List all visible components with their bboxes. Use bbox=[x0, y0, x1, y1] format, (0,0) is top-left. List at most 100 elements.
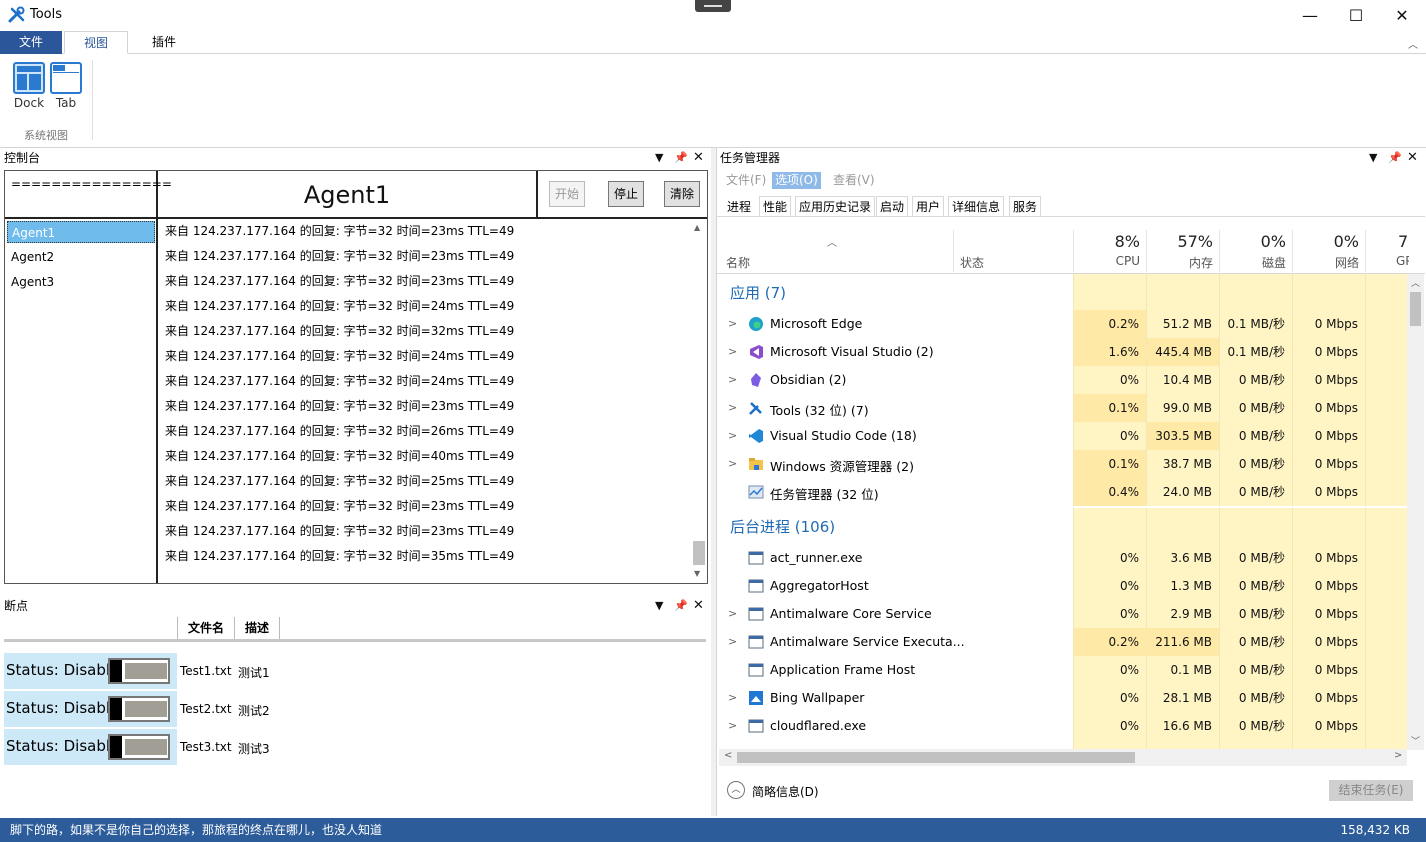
chevron-right-icon[interactable]: > bbox=[728, 429, 737, 442]
scroll-left-icon[interactable]: < bbox=[724, 750, 732, 761]
panel-dropdown-icon[interactable]: ▼ bbox=[655, 149, 663, 167]
column-name[interactable]: 名称 bbox=[726, 254, 750, 271]
chevron-right-icon[interactable]: > bbox=[728, 607, 737, 620]
process-vscrollbar[interactable]: ︿ ﹀ bbox=[1407, 274, 1424, 750]
menu-options[interactable]: 选项(O) bbox=[772, 172, 821, 189]
menu-view[interactable]: 查看(V) bbox=[830, 172, 878, 189]
gpu-cell bbox=[1365, 544, 1407, 572]
clear-button[interactable]: 清除 bbox=[664, 181, 700, 207]
tab-performance[interactable]: 性能 bbox=[759, 196, 792, 216]
close-button[interactable]: ✕ bbox=[1379, 0, 1425, 30]
close-icon[interactable]: ✕ bbox=[1407, 149, 1418, 167]
chevron-right-icon[interactable]: > bbox=[728, 719, 737, 732]
tab-details[interactable]: 详细信息 bbox=[948, 196, 1005, 216]
close-icon[interactable]: ✕ bbox=[693, 149, 704, 167]
pin-icon[interactable]: 📌 bbox=[1388, 149, 1402, 167]
close-icon[interactable]: ✕ bbox=[693, 597, 704, 615]
table-row[interactable]: > Antimalware Service Executa... 0.2% 211.6… bbox=[719, 628, 1407, 656]
column-gpu[interactable]: 7% GPU bbox=[1365, 230, 1409, 272]
log-scrollbar[interactable]: ▲ ▼ bbox=[691, 219, 707, 583]
column-memory[interactable]: 57% 内存 bbox=[1146, 230, 1219, 272]
chevron-up-icon[interactable]: ︿ bbox=[727, 781, 745, 799]
chevron-right-icon[interactable]: > bbox=[728, 691, 737, 704]
table-row[interactable]: > cloudflared.exe 0% 16.6 MB 0 MB/秒 0 Mbps bbox=[719, 712, 1407, 740]
collapse-ribbon-icon[interactable]: ︿ bbox=[1408, 36, 1418, 51]
end-task-button[interactable]: 结束任务(E) bbox=[1329, 780, 1413, 801]
breakpoint-toggle[interactable] bbox=[108, 696, 170, 722]
column-network[interactable]: 0% 网络 bbox=[1292, 230, 1365, 272]
breakpoint-toggle[interactable] bbox=[108, 658, 170, 684]
table-row[interactable]: > Windows 资源管理器 (2) 0.1% 38.7 MB 0 MB/秒 0 Mbp… bbox=[719, 450, 1407, 478]
table-row[interactable]: act_runner.exe 0% 3.6 MB 0 MB/秒 0 Mbps bbox=[719, 544, 1407, 572]
gpu-cell bbox=[1365, 450, 1407, 478]
stop-button[interactable]: 停止 bbox=[608, 181, 644, 207]
process-name: Tools (32 位) (7) bbox=[770, 403, 869, 418]
process-hscrollbar[interactable]: < > bbox=[719, 749, 1407, 766]
drag-handle[interactable] bbox=[695, 0, 731, 12]
hscroll-thumb[interactable] bbox=[737, 752, 1135, 763]
breakpoint-file: Test2.txt bbox=[180, 702, 232, 716]
chevron-right-icon[interactable]: > bbox=[728, 373, 737, 386]
pin-icon[interactable]: 📌 bbox=[674, 149, 688, 167]
breakpoint-row[interactable]: Status: Disable bbox=[4, 653, 177, 689]
tab-plugins[interactable]: 插件 bbox=[132, 31, 196, 54]
column-description[interactable]: 描述 bbox=[235, 617, 280, 639]
chevron-right-icon[interactable]: > bbox=[728, 345, 737, 358]
section-apps[interactable]: 应用 (7) bbox=[730, 282, 786, 303]
tab-services[interactable]: 服务 bbox=[1009, 196, 1042, 216]
section-background[interactable]: 后台进程 (106) bbox=[730, 516, 835, 537]
breakpoint-row[interactable]: Status: Disable bbox=[4, 729, 177, 765]
column-filename[interactable]: 文件名 bbox=[177, 617, 235, 639]
start-button[interactable]: 开始 bbox=[549, 181, 585, 207]
scroll-thumb[interactable] bbox=[1410, 292, 1421, 326]
table-row[interactable]: > Tools (32 位) (7) 0.1% 99.0 MB 0 MB/秒 0 Mbps bbox=[719, 394, 1407, 422]
column-status[interactable]: 状态 bbox=[960, 254, 984, 271]
scroll-down-icon[interactable]: ▼ bbox=[694, 569, 700, 578]
list-item-agent3[interactable]: Agent3 bbox=[7, 271, 155, 293]
tab-users[interactable]: 用户 bbox=[912, 196, 945, 216]
scroll-up-icon[interactable]: ︿ bbox=[1411, 276, 1420, 289]
chevron-right-icon[interactable]: > bbox=[728, 635, 737, 648]
scroll-down-icon[interactable]: ﹀ bbox=[1411, 734, 1420, 747]
table-row[interactable]: Application Frame Host 0% 0.1 MB 0 MB/秒 0 Mb… bbox=[719, 656, 1407, 684]
scroll-right-icon[interactable]: > bbox=[1394, 750, 1402, 761]
fewer-details-link[interactable]: 简略信息(D) bbox=[752, 783, 819, 800]
chevron-right-icon[interactable]: > bbox=[728, 401, 737, 414]
menu-file[interactable]: 文件(F) bbox=[723, 172, 769, 189]
process-name: Microsoft Edge bbox=[770, 316, 863, 331]
column-cpu[interactable]: 8% CPU bbox=[1073, 230, 1146, 272]
tab-view[interactable]: 视图 bbox=[64, 31, 128, 54]
maximize-button[interactable]: ☐ bbox=[1333, 0, 1379, 30]
dock-button[interactable]: Dock bbox=[10, 62, 48, 110]
scroll-up-icon[interactable]: ▲ bbox=[694, 223, 700, 232]
panel-dropdown-icon[interactable]: ▼ bbox=[655, 597, 663, 615]
minimize-button[interactable]: — bbox=[1287, 0, 1333, 30]
breakpoint-toggle[interactable] bbox=[108, 734, 170, 760]
table-row[interactable]: 任务管理器 (32 位) 0.4% 24.0 MB 0 MB/秒 0 Mbps bbox=[719, 478, 1407, 506]
tab-app-history[interactable]: 应用历史记录 bbox=[795, 196, 876, 216]
scroll-thumb[interactable] bbox=[693, 541, 705, 565]
table-row[interactable]: > Visual Studio Code (18) 0% 303.5 MB 0 MB/秒… bbox=[719, 422, 1407, 450]
tab-processes[interactable]: 进程 bbox=[723, 196, 756, 216]
breakpoint-description: 测试3 bbox=[238, 742, 270, 756]
table-row[interactable]: > Obsidian (2) 0% 10.4 MB 0 MB/秒 0 Mbps bbox=[719, 366, 1407, 394]
list-item-agent1[interactable]: Agent1 bbox=[7, 221, 155, 243]
table-row[interactable]: > Antimalware Core Service 0% 2.9 MB 0 MB/秒 0… bbox=[719, 600, 1407, 628]
table-row[interactable]: > Bing Wallpaper 0% 28.1 MB 0 MB/秒 0 Mbps bbox=[719, 684, 1407, 712]
tab-file[interactable]: 文件 bbox=[0, 31, 62, 54]
breakpoint-row[interactable]: Status: Disable bbox=[4, 691, 177, 727]
log-line: 来自 124.237.177.164 的回复: 字节=32 时间=32ms TT… bbox=[165, 324, 515, 338]
pin-icon[interactable]: 📌 bbox=[674, 597, 688, 615]
tab-startup[interactable]: 启动 bbox=[876, 196, 909, 216]
chevron-right-icon[interactable]: > bbox=[728, 317, 737, 330]
chevron-right-icon[interactable]: > bbox=[728, 457, 737, 470]
heat-cell bbox=[1146, 274, 1219, 310]
list-item-agent2[interactable]: Agent2 bbox=[7, 246, 155, 268]
table-row[interactable]: AggregatorHost 0% 1.3 MB 0 MB/秒 0 Mbps bbox=[719, 572, 1407, 600]
table-row[interactable]: > Microsoft Edge 0.2% 51.2 MB 0.1 MB/秒 0 Mbps bbox=[719, 310, 1407, 338]
table-row[interactable]: > Microsoft Visual Studio (2) 1.6% 445.4 MB… bbox=[719, 338, 1407, 366]
tab-layout-icon bbox=[50, 62, 82, 94]
tab-view-button[interactable]: Tab bbox=[47, 62, 85, 110]
panel-dropdown-icon[interactable]: ▼ bbox=[1369, 149, 1377, 167]
column-disk[interactable]: 0% 磁盘 bbox=[1219, 230, 1292, 272]
